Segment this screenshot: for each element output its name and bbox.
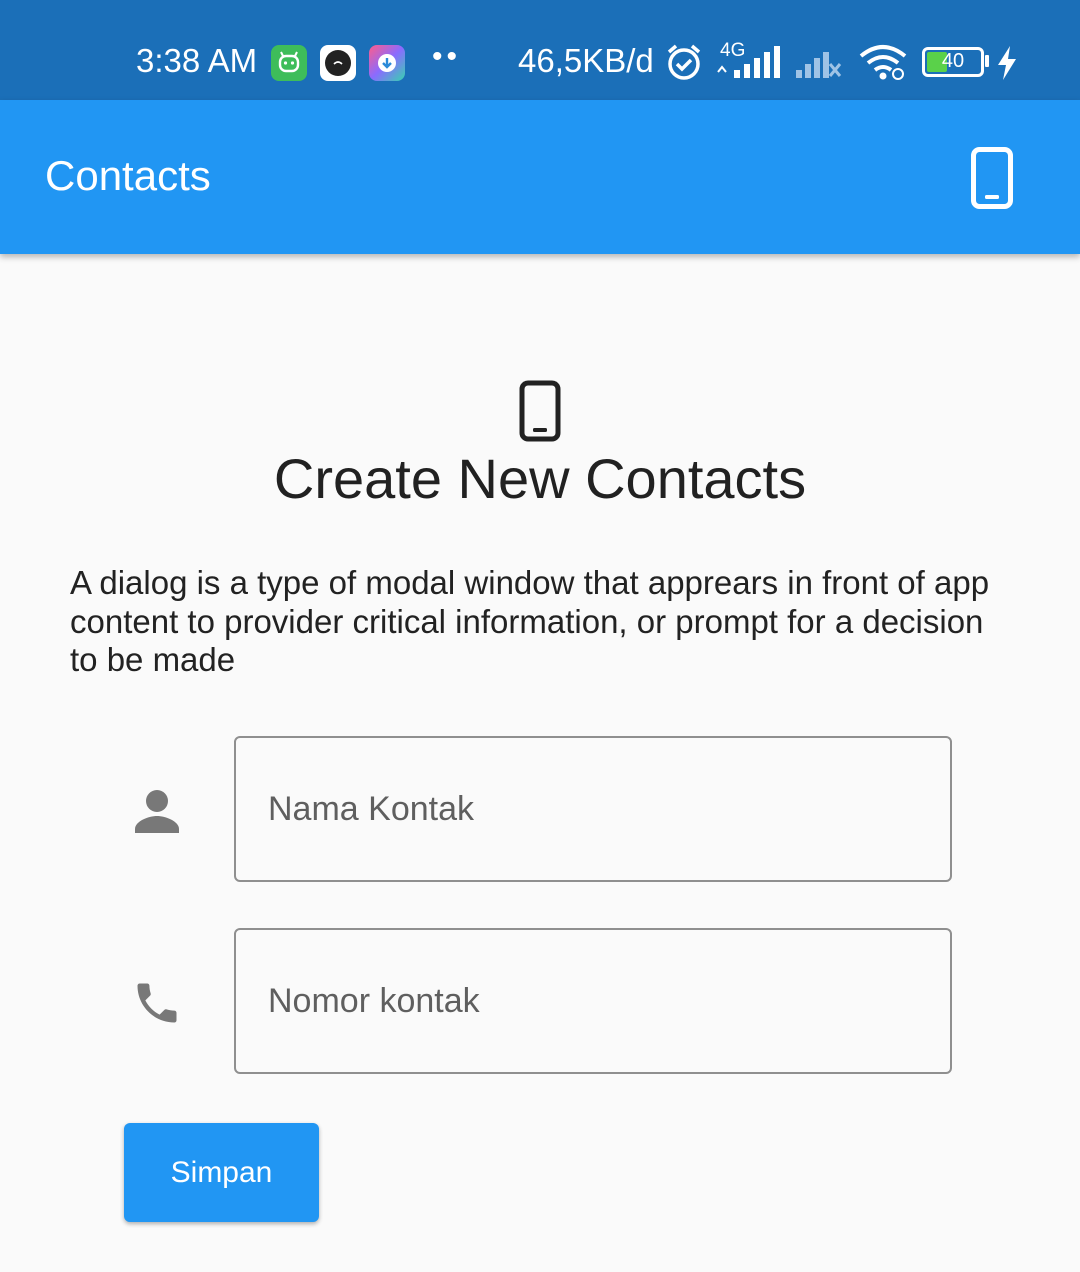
charging-bolt-icon	[998, 46, 1016, 80]
camera-app-icon	[320, 45, 356, 81]
network-speed: 46,5KB/d	[518, 42, 654, 79]
contact-number-placeholder: Nomor kontak	[268, 982, 480, 1020]
page-description: A dialog is a type of modal window that …	[70, 564, 990, 678]
more-notifications-indicator: ••	[432, 40, 462, 73]
download-app-icon	[369, 45, 405, 81]
contact-name-field[interactable]: Nama Kontak	[234, 736, 952, 882]
page-title: Create New Contacts	[273, 447, 807, 510]
contact-number-field[interactable]: Nomor kontak	[234, 928, 952, 1074]
app-title: Contacts	[45, 152, 211, 199]
wifi-icon	[859, 45, 907, 80]
alarm-icon	[667, 44, 701, 80]
status-bar: 3:38 AM •• 46,5KB/d 4G 40	[0, 0, 1080, 100]
battery-icon: 40	[922, 47, 984, 77]
contact-name-placeholder: Nama Kontak	[268, 790, 474, 828]
battery-tip	[985, 55, 989, 67]
smartphone-icon[interactable]	[970, 146, 1014, 210]
status-time: 3:38 AM	[136, 42, 258, 79]
signal-strength-icon	[717, 46, 780, 78]
app-bar: Contacts	[0, 100, 1080, 254]
signal-no-service-icon	[796, 52, 842, 78]
smartphone-icon	[519, 380, 561, 442]
android-robot-icon	[271, 45, 307, 81]
battery-level: 40	[941, 50, 965, 72]
phone-icon	[137, 983, 177, 1023]
person-icon	[135, 790, 179, 833]
save-button[interactable]: Simpan	[124, 1123, 319, 1222]
